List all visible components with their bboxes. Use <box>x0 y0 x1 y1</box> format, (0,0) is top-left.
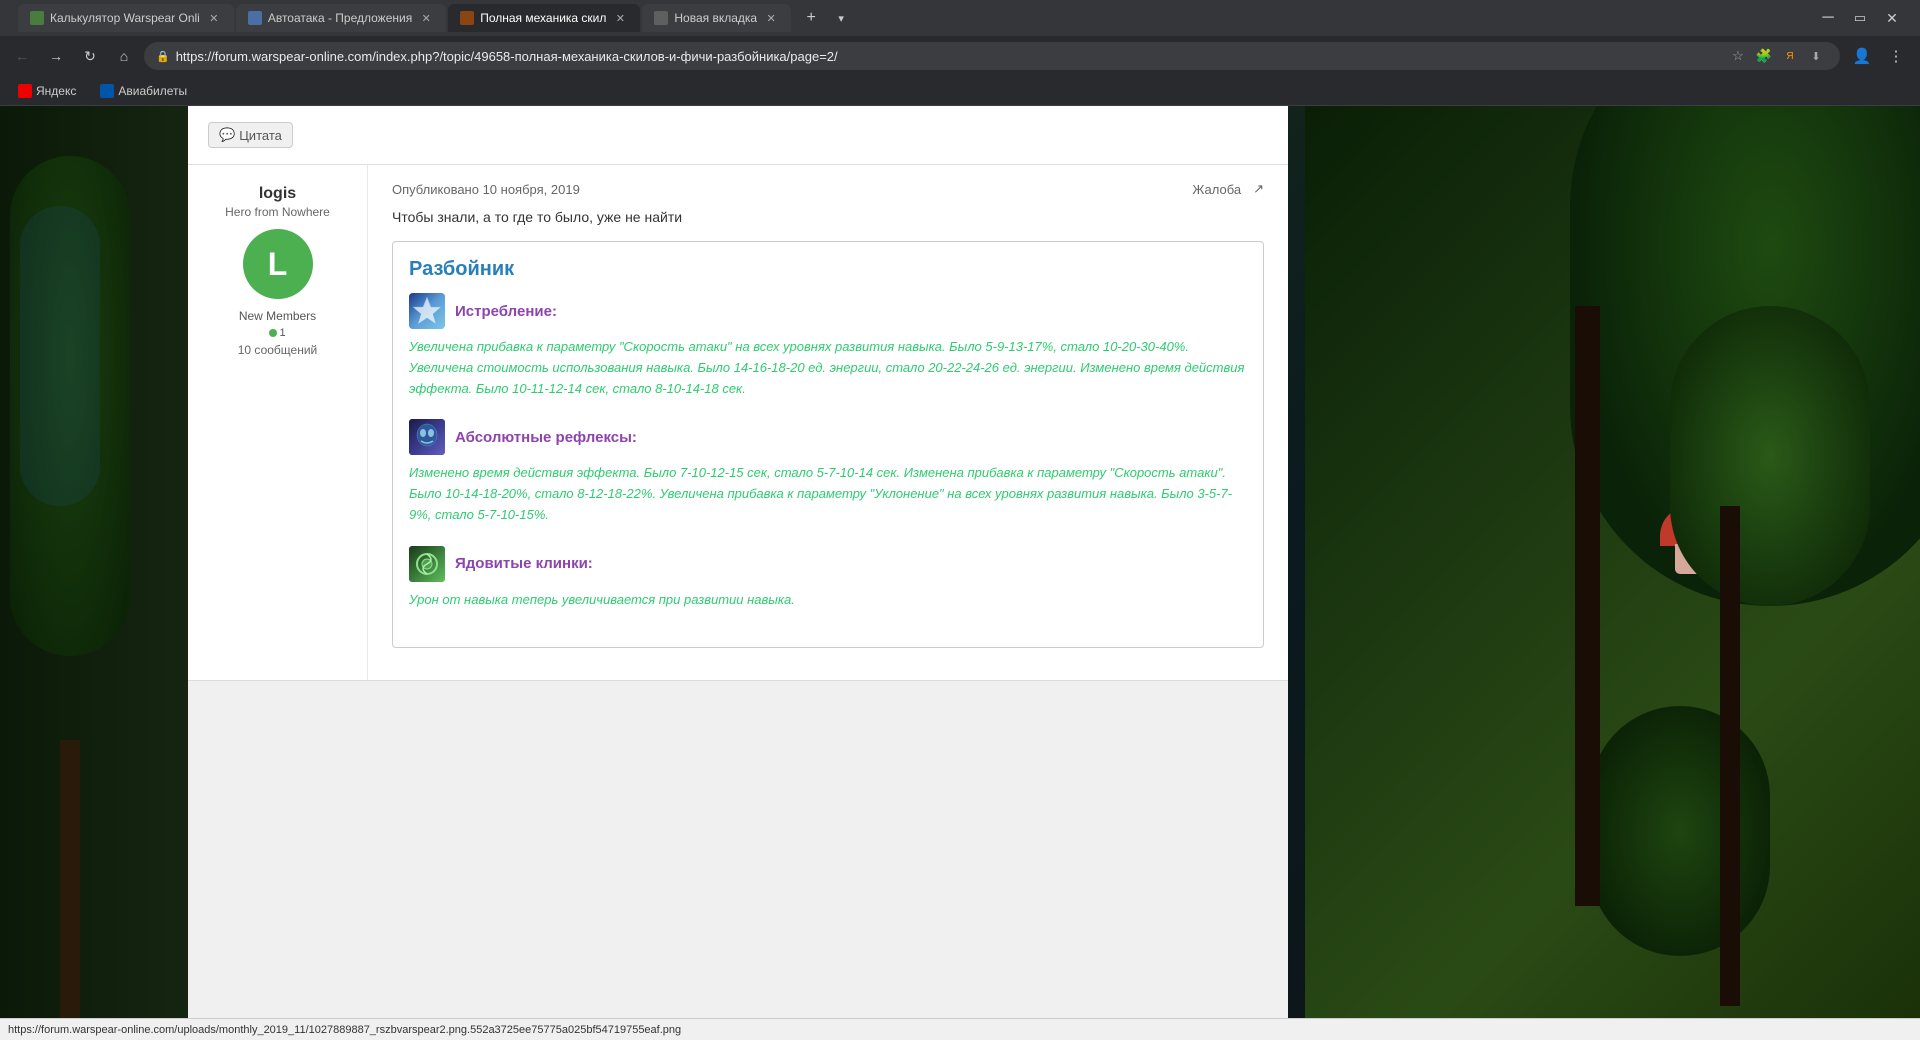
lock-icon: 🔒 <box>156 50 170 63</box>
bookmark-label-aviabitety: Авиабилеты <box>118 84 187 98</box>
username: logis <box>204 185 351 203</box>
tab-label-kalkulyator: Калькулятор Warspear Onli <box>50 11 200 25</box>
tab-close-kalkulyator[interactable]: ✕ <box>206 10 222 26</box>
back-button[interactable]: ← <box>8 42 36 70</box>
post-container: logis Hero from Nowhere L New Members 1 … <box>188 165 1288 681</box>
bookmark-label-yandex: Яндекс <box>36 84 76 98</box>
share-icon[interactable]: ↗ <box>1253 181 1264 197</box>
address-right-icons: ☆ 🧩 Я ⬇ <box>1726 44 1828 68</box>
bookmark-favicon-aviabitety <box>100 84 114 98</box>
skill-name-reflexes: Абсолютные рефлексы: <box>455 429 637 446</box>
avatar-letter: L <box>268 246 288 283</box>
tab-add-button[interactable]: + <box>797 4 825 32</box>
skill-extermination: Истребление: Увеличена прибавка к параме… <box>409 293 1247 399</box>
forest-right-decoration <box>1305 106 1920 1040</box>
post-date: Опубликовано 10 ноября, 2019 <box>392 182 580 197</box>
minimize-button[interactable]: ─ <box>1816 6 1840 30</box>
page-background: 💬 Цитата logis Hero from Nowhere L New M… <box>0 106 1920 1040</box>
tab-kalkulyator[interactable]: Калькулятор Warspear Onli ✕ <box>18 4 234 32</box>
user-title: Hero from Nowhere <box>204 205 351 219</box>
browser-chrome: Калькулятор Warspear Onli ✕ Автоатака - … <box>0 0 1920 106</box>
skill-header-poison: Ядовитые клинки: <box>409 546 1247 582</box>
skill-name-poison: Ядовитые клинки: <box>455 555 593 572</box>
tab-close-new[interactable]: ✕ <box>763 10 779 26</box>
forward-button[interactable]: → <box>42 42 70 70</box>
prev-post-stub: 💬 Цитата <box>188 106 1288 165</box>
tab-favicon-polnaya <box>460 11 474 25</box>
skill-reflexes: Абсолютные рефлексы: Изменено время дейс… <box>409 419 1247 525</box>
skill-header-extermination: Истребление: <box>409 293 1247 329</box>
bookmark-star-icon[interactable]: ☆ <box>1726 44 1750 68</box>
tab-new[interactable]: Новая вкладка ✕ <box>642 4 791 32</box>
address-bar-row: ← → ↻ ⌂ 🔒 ☆ 🧩 Я ⬇ 👤 ⋮ <box>0 36 1920 76</box>
pip-number: 1 <box>279 327 285 339</box>
bookmark-aviabitety[interactable]: Авиабилеты <box>94 82 193 100</box>
post-intro: Чтобы знали, а то где то было, уже не на… <box>392 209 1264 225</box>
tab-polnaya[interactable]: Полная механика скил ✕ <box>448 4 640 32</box>
quote-label: Цитата <box>239 128 282 143</box>
close-window-button[interactable]: ✕ <box>1880 6 1904 30</box>
maximize-button[interactable]: ▭ <box>1848 6 1872 30</box>
content-area: 💬 Цитата logis Hero from Nowhere L New M… <box>188 106 1288 1040</box>
more-menu-button[interactable]: ⋮ <box>1880 40 1912 72</box>
tab-favicon-new <box>654 11 668 25</box>
report-link[interactable]: Жалоба <box>1192 182 1241 197</box>
user-pip: 1 <box>204 327 351 339</box>
profile-button[interactable]: 👤 <box>1846 40 1878 72</box>
skill-icon-poison <box>409 546 445 582</box>
skill-desc-poison: Урон от навыка теперь увеличивается при … <box>409 590 1247 611</box>
tab-favicon-kalkulyator <box>30 11 44 25</box>
post-sidebar: logis Hero from Nowhere L New Members 1 … <box>188 165 368 680</box>
bookmark-yandex[interactable]: Яндекс <box>12 82 82 100</box>
pip-dot <box>269 329 277 337</box>
address-box[interactable]: 🔒 ☆ 🧩 Я ⬇ <box>144 42 1840 70</box>
tab-label-autoataka: Автоатака - Предложения <box>268 11 412 25</box>
skill-desc-reflexes: Изменено время действия эффекта. Было 7-… <box>409 463 1247 525</box>
yandex-icon[interactable]: Я <box>1778 44 1802 68</box>
tab-close-polnaya[interactable]: ✕ <box>612 10 628 26</box>
skill-header-reflexes: Абсолютные рефлексы: <box>409 419 1247 455</box>
tab-bar: Калькулятор Warspear Onli ✕ Автоатака - … <box>0 0 1920 36</box>
user-avatar: L <box>243 229 313 299</box>
post-meta: Опубликовано 10 ноября, 2019 Жалоба ↗ <box>392 181 1264 197</box>
bookmarks-bar: Яндекс Авиабилеты <box>0 76 1920 106</box>
post-layout: logis Hero from Nowhere L New Members 1 … <box>188 165 1288 680</box>
bookmark-favicon-yandex <box>18 84 32 98</box>
post-count: 10 сообщений <box>204 343 351 357</box>
skill-icon-reflexes <box>409 419 445 455</box>
tab-label-polnaya: Полная механика скил <box>480 11 606 25</box>
game-content-box: Разбойник <box>392 241 1264 648</box>
class-title: Разбойник <box>409 258 1247 281</box>
tab-list-dropdown[interactable]: ▾ <box>827 4 855 32</box>
download-icon[interactable]: ⬇ <box>1804 44 1828 68</box>
extension-puzzle-icon[interactable]: 🧩 <box>1752 44 1776 68</box>
tab-favicon-autoataka <box>248 11 262 25</box>
skill-desc-extermination: Увеличена прибавка к параметру "Скорость… <box>409 337 1247 399</box>
quote-icon: 💬 <box>219 127 235 143</box>
reload-button[interactable]: ↻ <box>76 42 104 70</box>
quote-button-top[interactable]: 💬 Цитата <box>208 122 293 148</box>
user-role-badge: New Members <box>204 309 351 323</box>
tab-autoataka[interactable]: Автоатака - Предложения ✕ <box>236 4 446 32</box>
forest-left-decoration <box>0 106 190 1040</box>
post-actions: Жалоба ↗ <box>1192 181 1264 197</box>
skill-poison: Ядовитые клинки: Урон от навыка теперь у… <box>409 546 1247 611</box>
skill-icon-extermination <box>409 293 445 329</box>
skill-name-extermination: Истребление: <box>455 303 557 320</box>
status-bar: https://forum.warspear-online.com/upload… <box>0 1018 1920 1040</box>
url-input[interactable] <box>176 49 1720 64</box>
status-url: https://forum.warspear-online.com/upload… <box>8 1024 681 1036</box>
tab-label-new: Новая вкладка <box>674 11 757 25</box>
home-button[interactable]: ⌂ <box>110 42 138 70</box>
post-content-main: Опубликовано 10 ноября, 2019 Жалоба ↗ Чт… <box>368 165 1288 680</box>
toolbar-right: 👤 ⋮ <box>1846 40 1912 72</box>
tab-close-autoataka[interactable]: ✕ <box>418 10 434 26</box>
